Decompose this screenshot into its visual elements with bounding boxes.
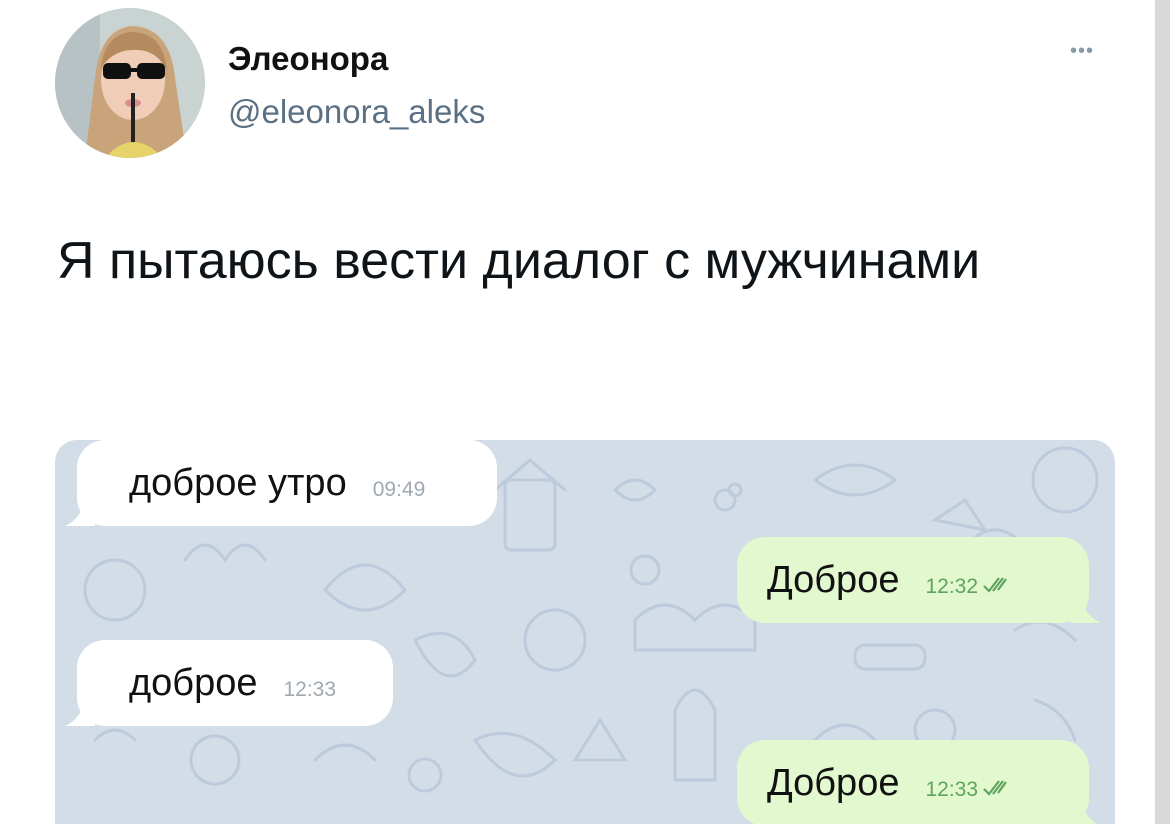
author-handle[interactable]: @eleonora_aleks bbox=[228, 93, 485, 131]
message-text: доброе bbox=[129, 661, 258, 704]
double-check-icon bbox=[982, 779, 1012, 802]
message-time: 12:32 bbox=[925, 575, 979, 598]
message-text: Доброе bbox=[767, 558, 900, 601]
chat-screenshot: доброе утро 09:49 Доброе 12:32 доброе 12… bbox=[55, 440, 1115, 824]
message-text: Доброе bbox=[767, 761, 900, 804]
message-time: 12:33 bbox=[283, 678, 337, 701]
message-time: 12:33 bbox=[925, 778, 979, 801]
avatar[interactable] bbox=[55, 8, 205, 158]
bubble-tail bbox=[65, 486, 95, 526]
chat-message-incoming[interactable]: доброе 12:33 bbox=[65, 640, 393, 726]
chat-message-outgoing[interactable]: Доброе 12:33 bbox=[737, 740, 1098, 824]
bubble-tail bbox=[1071, 583, 1101, 623]
bubble-tail bbox=[1071, 786, 1098, 824]
author-name[interactable]: Элеонора bbox=[228, 40, 388, 78]
chat-message-outgoing[interactable]: Доброе 12:32 bbox=[737, 537, 1101, 623]
bubble-tail bbox=[65, 686, 95, 726]
chat-message-incoming[interactable]: доброе утро 09:49 bbox=[65, 440, 497, 526]
more-icon[interactable]: ••• bbox=[1070, 40, 1094, 63]
screen-edge bbox=[1155, 0, 1170, 824]
tweet-text: Я пытаюсь вести диалог с мужчинами bbox=[57, 232, 981, 290]
message-time: 09:49 bbox=[372, 478, 426, 501]
double-check-icon bbox=[982, 576, 1012, 599]
message-text: доброе утро bbox=[129, 461, 347, 504]
